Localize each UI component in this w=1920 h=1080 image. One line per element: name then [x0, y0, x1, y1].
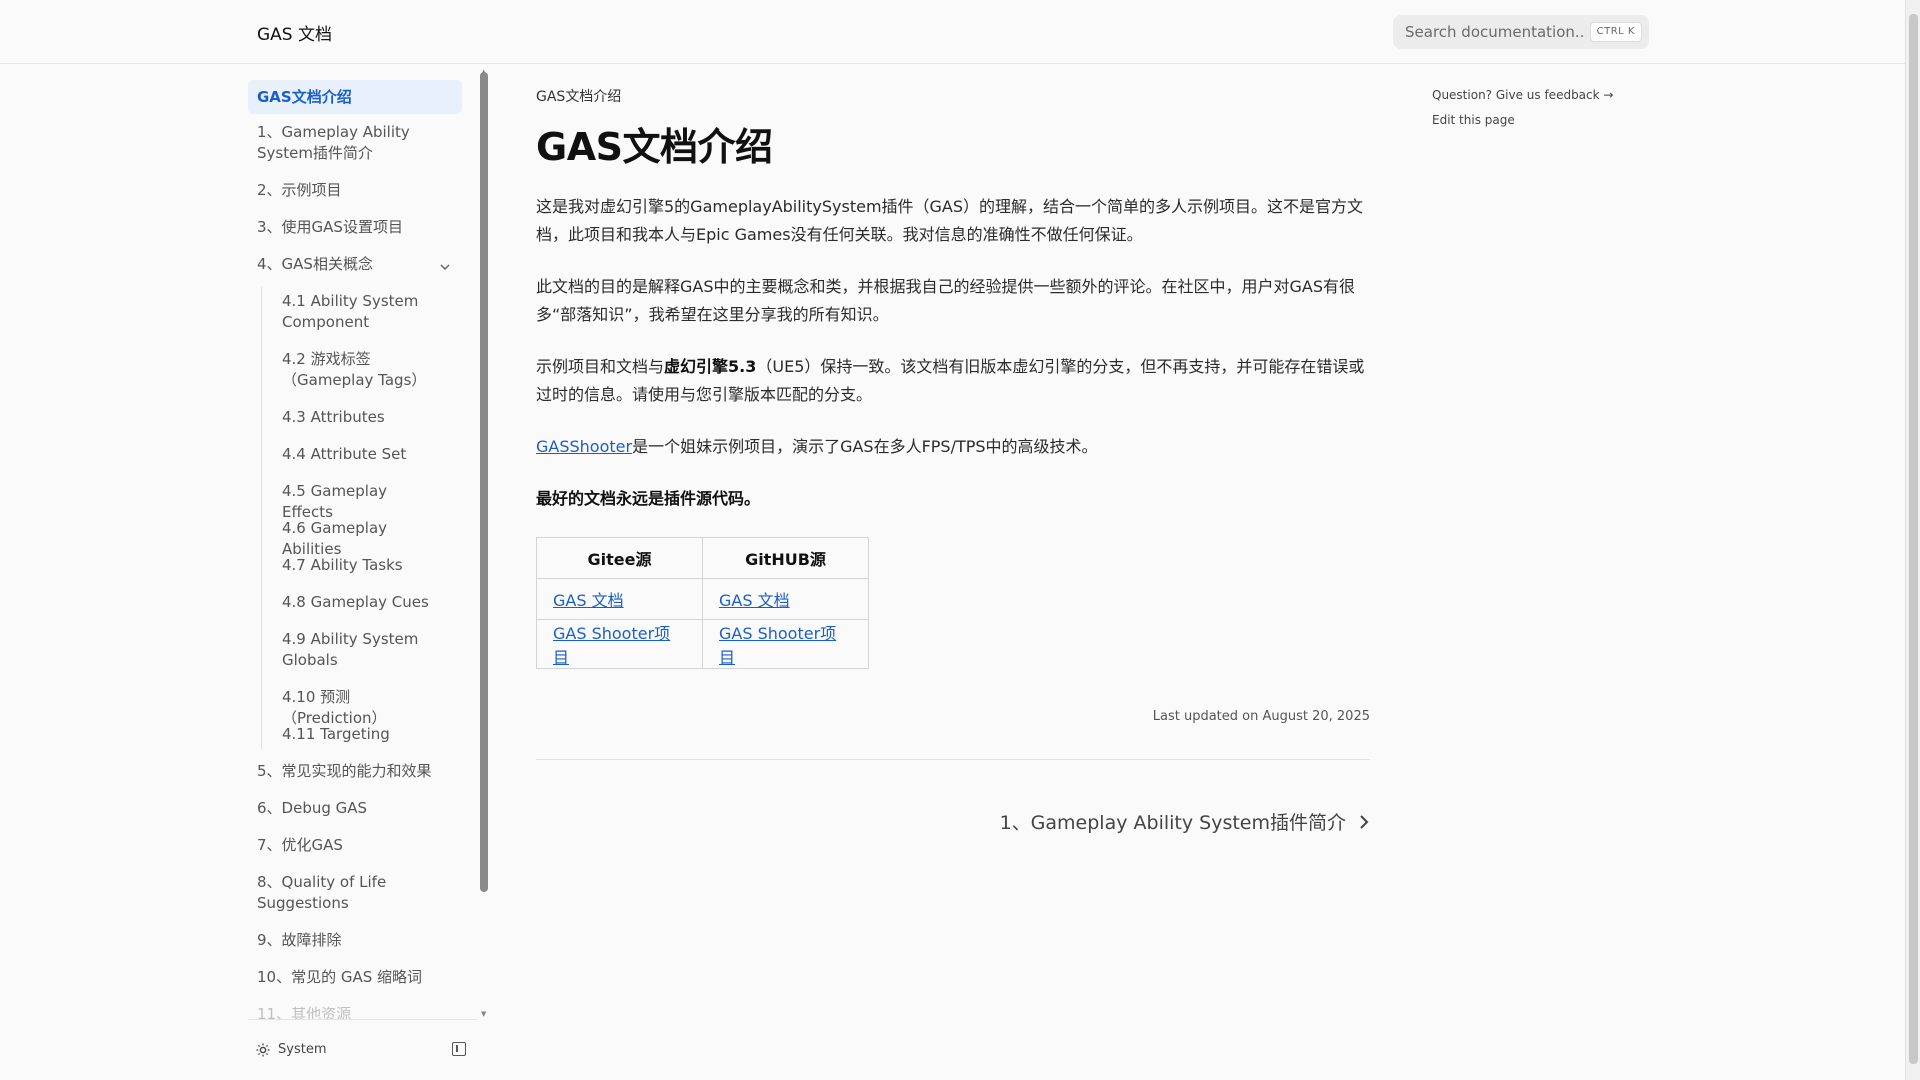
gitee-docs-link[interactable]: GAS 文档	[553, 591, 624, 610]
sidebar-subitem-4-1[interactable]: 4.1 Ability System Component	[262, 291, 462, 333]
table-cell: GAS Shooter项目	[702, 619, 869, 669]
breadcrumb[interactable]: GAS文档介绍	[536, 86, 621, 106]
sidebar-subitem-4-7[interactable]: 4.7 Ability Tasks	[262, 555, 462, 576]
next-page-link[interactable]: 1、Gameplay Ability System插件简介	[1000, 808, 1370, 835]
github-shooter-link[interactable]: GAS Shooter项目	[719, 624, 836, 667]
sidebar-item-3[interactable]: 3、使用GAS设置项目	[248, 217, 462, 238]
sidebar-item-9[interactable]: 9、故障排除	[248, 930, 462, 951]
site-logo[interactable]: GAS 文档	[257, 20, 332, 45]
edit-page-link[interactable]: Edit this page	[1432, 113, 1613, 127]
gasshooter-link[interactable]: GASShooter	[536, 437, 632, 456]
table-row: GAS 文档 GAS 文档	[536, 578, 869, 620]
chevron-down-icon[interactable]	[438, 260, 452, 274]
sidebar-subitem-4-11[interactable]: 4.11 Targeting	[262, 724, 462, 745]
table-cell: GAS Shooter项目	[536, 619, 703, 669]
divider	[536, 759, 1370, 760]
table-header-row: Gitee源 GitHUB源	[536, 537, 869, 579]
table-cell: GAS 文档	[536, 578, 703, 620]
chevron-right-icon	[1360, 814, 1369, 829]
sidebar-subitem-4-4[interactable]: 4.4 Attribute Set	[262, 444, 462, 465]
sidebar-subitem-4-8[interactable]: 4.8 Gameplay Cues	[262, 592, 462, 613]
toc-panel: Question? Give us feedback → Edit this p…	[1432, 88, 1613, 138]
source-table: Gitee源 GitHUB源 GAS 文档 GAS 文档 GAS Shooter…	[536, 537, 869, 669]
search-box[interactable]: CTRL K	[1393, 15, 1649, 49]
theme-label: System	[278, 1042, 327, 1057]
sidebar-item-1[interactable]: 1、Gameplay Ability System插件简介	[248, 122, 462, 164]
top-header: GAS 文档 CTRL K	[0, 0, 1905, 64]
gasshooter-text: 是一个姐妹示例项目，演示了GAS在多人FPS/TPS中的高级技术。	[632, 437, 1098, 456]
purpose-paragraph: 此文档的目的是解释GAS中的主要概念和类，并根据我自己的经验提供一些额外的评论。…	[536, 277, 1356, 324]
sidebar-item-10[interactable]: 10、常见的 GAS 缩略词	[248, 967, 462, 988]
sidebar-scrollbar[interactable]	[480, 72, 488, 892]
search-shortcut-badge: CTRL K	[1589, 22, 1642, 42]
sidebar-item-7[interactable]: 7、优化GAS	[248, 835, 462, 856]
sidebar-item-4[interactable]: 4、GAS相关概念	[248, 254, 462, 275]
intro-paragraph: 这是我对虚幻引擎5的GameplayAbilitySystem插件（GAS）的理…	[536, 197, 1364, 244]
table-header-github: GitHUB源	[702, 537, 869, 579]
sidebar-footer: System	[248, 1019, 478, 1080]
sidebar-subitem-4-10[interactable]: 4.10 预测（Prediction）	[262, 687, 462, 729]
gasshooter-paragraph: GASShooter是一个姐妹示例项目，演示了GAS在多人FPS/TPS中的高级…	[536, 433, 1370, 461]
page-scrollbar-thumb[interactable]	[1909, 14, 1918, 1064]
sidebar-subitem-4-3[interactable]: 4.3 Attributes	[262, 407, 462, 428]
gitee-shooter-link[interactable]: GAS Shooter项目	[553, 624, 670, 667]
table-cell: GAS 文档	[702, 578, 869, 620]
search-input[interactable]	[1405, 15, 1585, 49]
sidebar-nav: GAS文档介绍 1、Gameplay Ability System插件简介 2、…	[248, 72, 478, 1020]
source-note-text: 最好的文档永远是插件源代码。	[536, 489, 761, 508]
sidebar-subitem-4-6[interactable]: 4.6 Gameplay Abilities	[262, 518, 462, 560]
sidebar-subitem-4-2[interactable]: 4.2 游戏标签（Gameplay Tags）	[262, 349, 462, 391]
source-note: 最好的文档永远是插件源代码。	[536, 485, 1370, 513]
sidebar-item-8[interactable]: 8、Quality of Life Suggestions	[248, 872, 462, 914]
table-header-gitee: Gitee源	[536, 537, 703, 579]
sidebar-subitem-4-5[interactable]: 4.5 Gameplay Effects	[262, 481, 462, 523]
sidebar-item-2[interactable]: 2、示例项目	[248, 180, 462, 201]
version-paragraph: 示例项目和文档与虚幻引擎5.3（UE5）保持一致。该文档有旧版本虚幻引擎的分支，…	[536, 353, 1370, 409]
sidebar-item-intro[interactable]: GAS文档介绍	[248, 80, 462, 114]
version-text-pre: 示例项目和文档与	[536, 357, 665, 376]
collapse-sidebar-icon[interactable]	[452, 1042, 466, 1056]
sidebar-item-5[interactable]: 5、常见实现的能力和效果	[248, 761, 462, 782]
sidebar-item-11[interactable]: 11、其他资源	[248, 1004, 462, 1020]
last-updated: Last updated on August 20, 2025	[1152, 709, 1370, 724]
sidebar-scroll-down-icon[interactable]: ▼	[481, 1010, 486, 1018]
page-scrollbar[interactable]	[1905, 0, 1920, 1080]
sidebar-subitem-4-9[interactable]: 4.9 Ability System Globals	[262, 629, 462, 671]
sun-icon	[256, 1043, 270, 1056]
feedback-link[interactable]: Question? Give us feedback →	[1432, 88, 1613, 102]
next-page-label: 1、Gameplay Ability System插件简介	[999, 812, 1346, 834]
engine-version: 虚幻引擎5.3	[664, 357, 757, 376]
github-docs-link[interactable]: GAS 文档	[719, 591, 790, 610]
sidebar-item-6[interactable]: 6、Debug GAS	[248, 798, 462, 819]
table-row: GAS Shooter项目 GAS Shooter项目	[536, 619, 869, 669]
theme-toggle-button[interactable]: System	[256, 1042, 326, 1057]
page-title: GAS文档介绍	[536, 125, 773, 169]
